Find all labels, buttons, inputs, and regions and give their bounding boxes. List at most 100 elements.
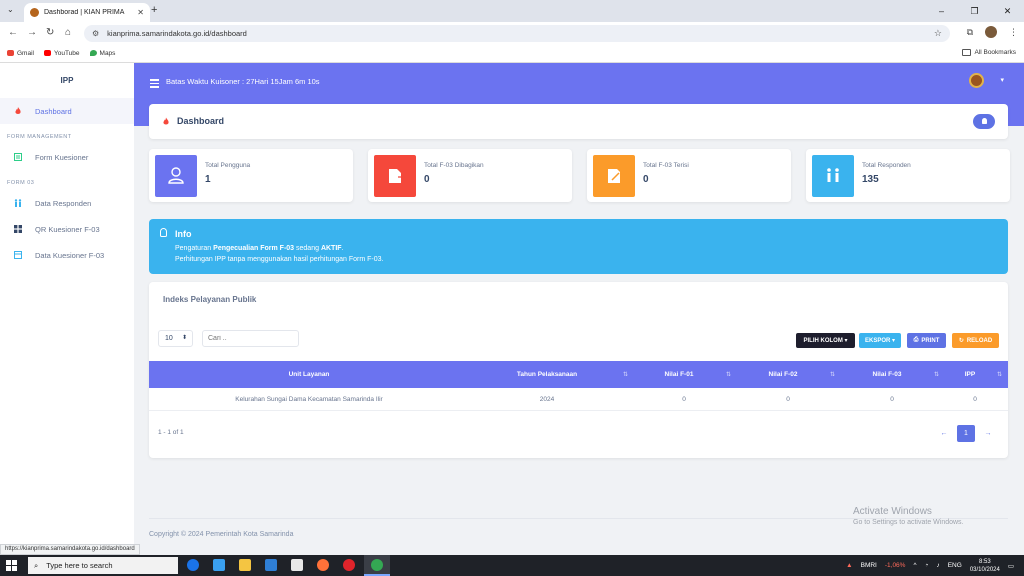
- new-tab-button[interactable]: +: [151, 4, 157, 16]
- home-button[interactable]: ⌂: [65, 27, 71, 38]
- store-icon[interactable]: [213, 559, 225, 571]
- column-header-nilai-f01[interactable]: Nilai F-01: [649, 371, 709, 378]
- sidebar-item-data-kuesioner[interactable]: Data Kuesioner F-03: [0, 242, 134, 268]
- start-button[interactable]: [6, 560, 17, 571]
- browser-toolbar-right: ⧉ ⋮: [967, 26, 1018, 38]
- all-bookmarks-button[interactable]: All Bookmarks: [962, 49, 1016, 56]
- bookmark-youtube[interactable]: YouTube: [43, 50, 80, 57]
- stat-label: Total F-03 Terisi: [643, 162, 689, 169]
- notification-center-icon[interactable]: ▭: [1008, 562, 1014, 570]
- chrome-taskbar-button[interactable]: [364, 555, 390, 576]
- sidebar-item-form-kuesioner[interactable]: Form Kuesioner: [0, 144, 134, 170]
- column-header-nilai-f03[interactable]: Nilai F-03: [857, 371, 917, 378]
- network-icon[interactable]: ◔: [925, 562, 929, 569]
- cell-nilai-f02: 0: [786, 396, 790, 403]
- bell-icon: [981, 118, 987, 124]
- mail-icon[interactable]: [265, 559, 277, 571]
- column-header-ipp[interactable]: IPP: [955, 371, 985, 378]
- minimize-button[interactable]: –: [925, 0, 958, 22]
- stat-label: Total F-03 Dibagikan: [424, 162, 484, 169]
- forward-button[interactable]: →: [27, 27, 37, 38]
- site-favicon-icon: [30, 8, 39, 17]
- browser-menu-icon[interactable]: ⋮: [1009, 27, 1018, 38]
- sort-icon[interactable]: ⇅: [997, 371, 1002, 378]
- back-button[interactable]: ←: [8, 27, 18, 38]
- folder-icon: [962, 49, 972, 56]
- ekspor-button[interactable]: EKSPOR ▾: [859, 333, 901, 348]
- close-window-button[interactable]: ✕: [991, 0, 1024, 22]
- stock-change: -1,06%: [884, 562, 906, 569]
- print-button[interactable]: ⎙ PRINT: [907, 333, 946, 348]
- bookmark-maps[interactable]: Maps: [89, 50, 115, 57]
- cell-tahun: 2024: [539, 396, 555, 403]
- reload-button[interactable]: ↻: [46, 27, 54, 38]
- lightbulb-icon: [160, 228, 167, 237]
- restore-button[interactable]: ❐: [958, 0, 991, 22]
- info-text: sedang: [294, 245, 321, 252]
- sidebar-item-qr-kuesioner[interactable]: QR Kuesioner F-03: [0, 216, 134, 242]
- bookmark-gmail[interactable]: Gmail: [7, 50, 34, 57]
- stat-label: Total Pengguna: [205, 162, 251, 169]
- pilih-kolom-button[interactable]: PILIH KOLOM ▾: [796, 333, 855, 348]
- all-bookmarks-label: All Bookmarks: [974, 49, 1016, 56]
- firefox-icon[interactable]: [317, 559, 329, 571]
- notification-button[interactable]: [973, 114, 995, 129]
- sidebar-item-data-responden[interactable]: Data Responden: [0, 190, 134, 216]
- bookmark-star-icon[interactable]: ☆: [934, 28, 942, 39]
- column-header-nilai-f02[interactable]: Nilai F-02: [753, 371, 813, 378]
- sidebar-section-label: FORM 03: [7, 180, 35, 186]
- stat-card-f03-dibagikan: Total F-03 Dibagikan 0: [368, 149, 572, 202]
- next-page-button[interactable]: →: [979, 425, 997, 442]
- site-info-icon[interactable]: ⚙: [92, 29, 99, 38]
- browser-tab[interactable]: Dashborad | KIAN PRIMA ✕: [24, 3, 150, 22]
- dashboard-title-card: Dashboard: [149, 104, 1008, 139]
- sidebar-brand[interactable]: IPP: [0, 76, 134, 98]
- tab-search-button[interactable]: ⌄: [7, 5, 14, 14]
- table-header: Unit Layanan Tahun Pelaksanaan ⇅ Nilai F…: [149, 361, 1008, 388]
- profile-avatar[interactable]: [985, 26, 997, 38]
- share-file-icon: [374, 155, 416, 197]
- flame-icon: [15, 107, 21, 114]
- user-icon: [155, 155, 197, 197]
- sidebar-item-dashboard[interactable]: Dashboard: [0, 98, 134, 124]
- opera-icon[interactable]: [343, 559, 355, 571]
- column-header-tahun[interactable]: Tahun Pelaksanaan: [499, 371, 595, 378]
- reload-table-button[interactable]: ↻ RELOAD: [952, 333, 999, 348]
- tab-close-icon[interactable]: ✕: [137, 8, 144, 17]
- sort-icon[interactable]: ⇅: [934, 371, 939, 378]
- button-label: PILIH KOLOM ▾: [803, 338, 848, 344]
- system-tray: ▲ BMRI -1,06% ^ ◔ ♪ ENG 8:53 03/10/2024 …: [846, 555, 1014, 576]
- column-header-unit-layanan[interactable]: Unit Layanan: [249, 371, 369, 378]
- user-avatar[interactable]: [969, 73, 984, 88]
- file-explorer-icon[interactable]: [239, 559, 251, 571]
- menu-toggle-icon[interactable]: [150, 79, 159, 90]
- maps-icon: [89, 50, 97, 56]
- taskbar-search-box[interactable]: ⌕ Type here to search: [28, 557, 178, 574]
- data-icon: [14, 251, 22, 259]
- taskbar-clock[interactable]: 8:53 03/10/2024: [970, 558, 1000, 574]
- document-icon[interactable]: [291, 559, 303, 571]
- sidebar: IPP Dashboard FORM MANAGEMENT Form Kuesi…: [0, 63, 134, 555]
- sort-icon[interactable]: ⇅: [830, 371, 835, 378]
- prev-page-button[interactable]: ←: [935, 425, 953, 442]
- page-size-select[interactable]: 10 ⬍: [158, 330, 193, 347]
- pagination-info: 1 - 1 of 1: [158, 429, 184, 436]
- url-bar[interactable]: ⚙ kianprima.samarindakota.go.id/dashboar…: [84, 25, 950, 42]
- info-text: Pengaturan: [175, 245, 214, 252]
- sort-icon[interactable]: ⇅: [623, 371, 628, 378]
- tray-chevron-icon[interactable]: ^: [913, 562, 916, 569]
- stat-card-f03-terisi: Total F-03 Terisi 0: [587, 149, 791, 202]
- sort-icon[interactable]: ⇅: [726, 371, 731, 378]
- stat-value: 0: [424, 174, 430, 185]
- activate-windows-subtitle: Go to Settings to activate Windows.: [853, 519, 964, 526]
- stock-name[interactable]: BMRI: [861, 562, 877, 569]
- volume-icon[interactable]: ♪: [936, 562, 939, 569]
- language-indicator[interactable]: ENG: [948, 562, 962, 569]
- extensions-icon[interactable]: ⧉: [967, 27, 973, 38]
- user-menu-caret-icon[interactable]: ▾: [1000, 76, 1004, 84]
- edge-icon[interactable]: [187, 559, 199, 571]
- page-1-button[interactable]: 1: [957, 425, 975, 442]
- table-search-input[interactable]: [202, 330, 299, 347]
- bookmarks-bar: Gmail YouTube Maps All Bookmarks: [0, 44, 1024, 63]
- users-icon: [14, 199, 22, 207]
